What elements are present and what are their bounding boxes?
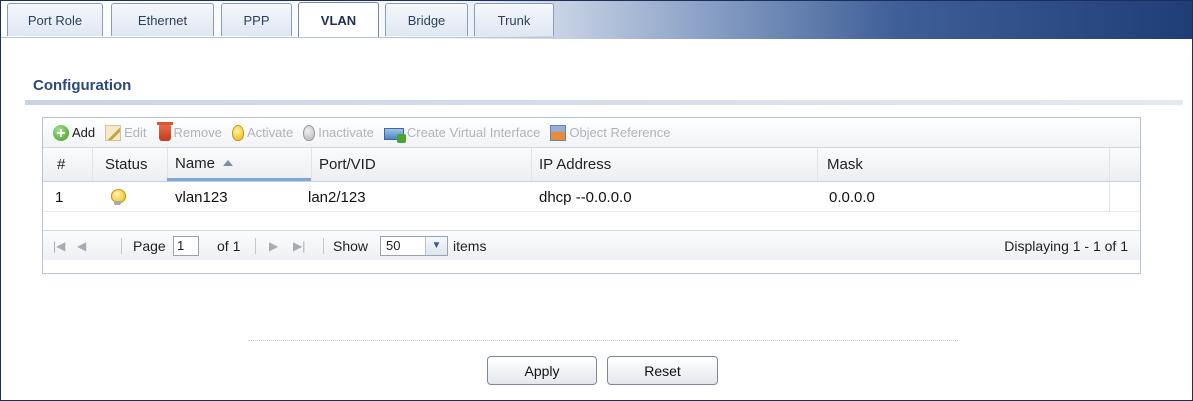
column-header-status[interactable]: Status: [105, 148, 148, 181]
tab-ppp[interactable]: PPP: [221, 3, 292, 36]
pagination-bar: |◀ ◀ Page 1 of 1 ▶ ▶| Show 50 ▼ items Di…: [43, 230, 1140, 260]
edit-label: Edit: [124, 125, 147, 140]
edit-button[interactable]: Edit: [105, 124, 147, 141]
lightbulb-off-icon: [303, 124, 316, 141]
toolbar: Add Edit Remove Activate Inactivate Crea…: [43, 118, 1140, 148]
inactivate-button[interactable]: Inactivate: [303, 124, 374, 141]
add-label: Add: [72, 125, 96, 140]
inactivate-label: Inactivate: [318, 125, 374, 140]
activate-label: Activate: [246, 125, 294, 140]
add-button[interactable]: Add: [53, 124, 96, 141]
edit-icon: [105, 124, 122, 141]
tab-bar: Port Role Ethernet PPP VLAN Bridge Trunk: [1, 1, 1192, 39]
create-virtual-interface-button[interactable]: Create Virtual Interface: [383, 125, 541, 143]
footer-divider: [248, 340, 958, 341]
last-page-icon[interactable]: ▶|: [293, 231, 305, 261]
first-page-icon[interactable]: |◀: [53, 231, 65, 261]
column-header-label: Name: [175, 154, 216, 172]
vlan-table-panel: Add Edit Remove Activate Inactivate Crea…: [42, 117, 1141, 274]
table-row[interactable]: 1 vlan123 lan2/123 dhcp --0.0.0.0 0.0.0.…: [43, 182, 1140, 212]
column-divider: [1109, 148, 1110, 181]
tab-port-role[interactable]: Port Role: [7, 3, 103, 36]
reset-button[interactable]: Reset: [607, 356, 718, 385]
previous-page-icon[interactable]: ◀: [77, 231, 86, 261]
column-header-label: #: [57, 156, 66, 173]
table-header: # Status Name Port/VID IP Address Mask: [43, 148, 1140, 182]
column-header-label: IP Address: [539, 156, 612, 173]
remove-label: Remove: [173, 125, 222, 140]
page-count-label: of 1: [217, 238, 241, 254]
items-per-page-select[interactable]: 50 ▼: [380, 236, 448, 256]
cell-ip-address: dhcp --0.0.0.0: [539, 188, 632, 206]
vlan-config-window: Port Role Ethernet PPP VLAN Bridge Trunk…: [0, 0, 1193, 401]
column-header-name[interactable]: Name: [167, 148, 311, 181]
sort-ascending-icon: [223, 160, 234, 166]
trash-icon: [156, 121, 173, 141]
items-label: items: [453, 238, 487, 254]
column-divider: [92, 148, 93, 181]
column-header-port-vid[interactable]: Port/VID: [319, 148, 376, 181]
cell-port-vid: lan2/123: [308, 188, 366, 206]
column-header-ip-address[interactable]: IP Address: [539, 148, 611, 181]
column-header-label: Status: [105, 156, 148, 173]
column-header-mask[interactable]: Mask: [827, 148, 863, 181]
next-page-icon[interactable]: ▶: [269, 231, 278, 261]
tab-underline: [1, 37, 555, 38]
cell-status: [111, 182, 126, 212]
column-divider: [1109, 182, 1110, 212]
lightbulb-on-icon: [111, 189, 126, 205]
create-virtual-interface-label: Create Virtual Interface: [406, 125, 541, 140]
page-number-input[interactable]: 1: [173, 236, 199, 256]
page-label: Page: [133, 238, 166, 254]
remove-button[interactable]: Remove: [156, 121, 222, 141]
displaying-count: Displaying 1 - 1 of 1: [1004, 238, 1128, 254]
cell-mask: 0.0.0.0: [829, 188, 875, 206]
cell-index: 1: [55, 188, 64, 206]
add-icon: [53, 124, 69, 141]
object-reference-label: Object Reference: [569, 125, 671, 140]
column-header-label: Port/VID: [319, 156, 376, 173]
object-reference-button[interactable]: Object Reference: [550, 124, 671, 141]
section-divider: [25, 100, 1183, 105]
items-per-page-value: 50: [386, 238, 401, 253]
tab-vlan[interactable]: VLAN: [298, 2, 379, 38]
pager-divider: [255, 238, 256, 254]
cell-name: vlan123: [175, 188, 228, 206]
network-card-add-icon: [383, 127, 406, 143]
show-label: Show: [333, 238, 369, 254]
lightbulb-on-icon: [231, 124, 244, 141]
chevron-down-icon[interactable]: ▼: [425, 237, 447, 255]
column-header-label: Mask: [827, 156, 863, 173]
activate-button[interactable]: Activate: [231, 124, 294, 141]
section-title: Configuration: [33, 77, 132, 94]
column-divider: [817, 148, 818, 181]
tab-trunk[interactable]: Trunk: [474, 3, 554, 36]
column-header-index[interactable]: #: [57, 148, 65, 181]
column-divider: [531, 148, 532, 181]
pager-divider: [121, 238, 122, 254]
column-divider: [311, 148, 312, 181]
apply-button[interactable]: Apply: [487, 356, 597, 385]
object-reference-icon: [550, 124, 567, 141]
tab-ethernet[interactable]: Ethernet: [111, 3, 214, 36]
tab-bridge[interactable]: Bridge: [385, 3, 468, 36]
pager-divider: [323, 238, 324, 254]
